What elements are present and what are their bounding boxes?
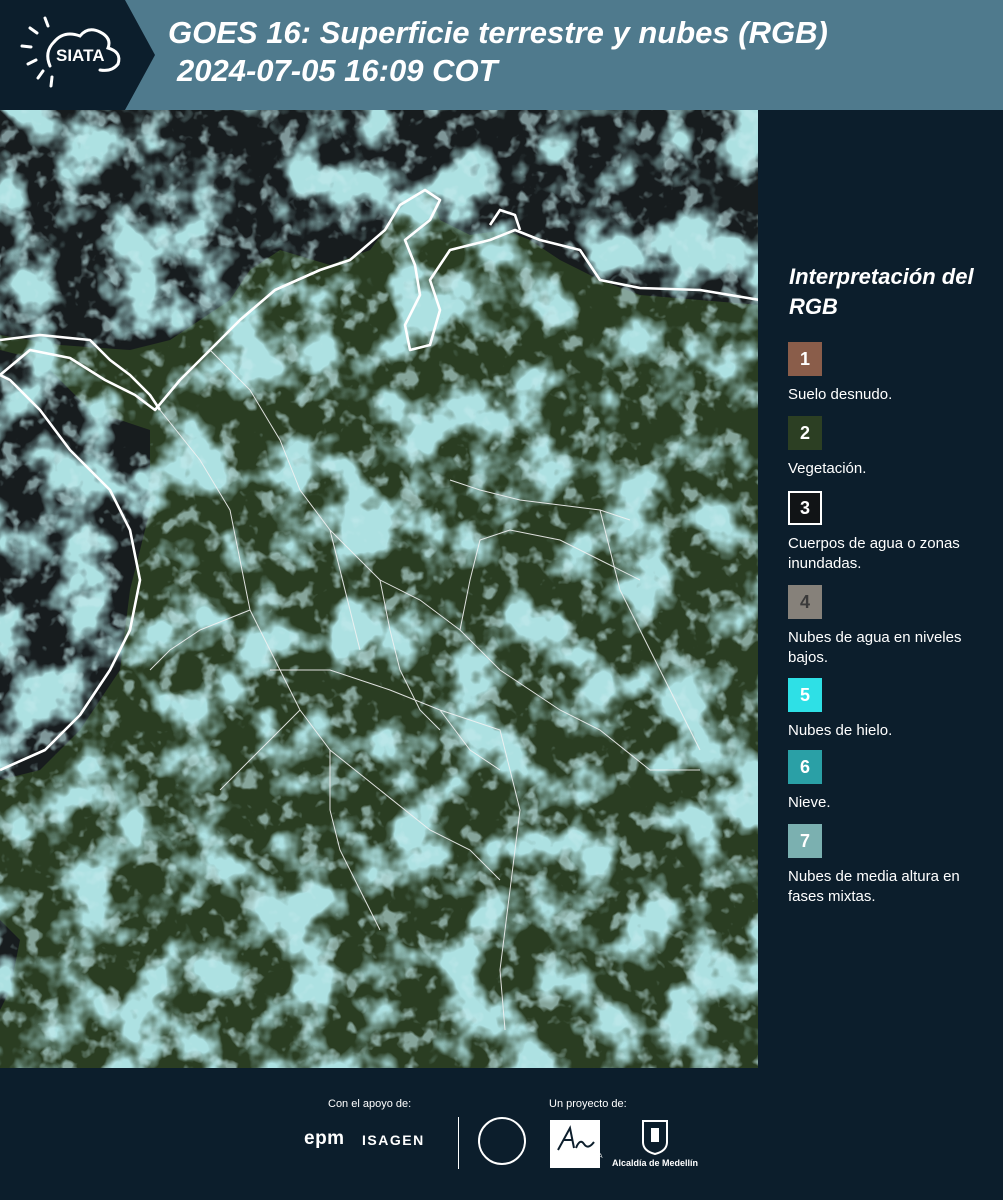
legend-label: Nieve. — [788, 794, 831, 811]
legend-item: 7 Nubes de media altura en fases mixtas. — [788, 824, 998, 907]
divider — [458, 1117, 459, 1169]
legend-label: Vegetación. — [788, 460, 867, 477]
legend-swatch: 4 — [788, 585, 822, 619]
medellin-seal-icon — [478, 1117, 526, 1165]
satellite-map — [0, 110, 760, 1070]
legend-label: Nubes de hielo. — [788, 722, 893, 739]
legend-item: 2 Vegetación. — [788, 416, 998, 479]
legend-item: 1 Suelo desnudo. — [788, 342, 998, 405]
page-title: GOES 16: Superficie terrestre y nubes (R… — [168, 14, 828, 90]
legend-item: 4 Nubes de agua en niveles bajos. — [788, 585, 998, 668]
legend-item: 6 Nieve. — [788, 750, 998, 813]
legend-item: 5 Nubes de hielo. — [788, 678, 998, 741]
legend-item: 3 Cuerpos de agua o zonas inundadas. — [788, 491, 998, 574]
legend-label: Cuerpos de agua o zonas inundadas. — [788, 535, 960, 572]
header: SIATA GOES 16: Superficie terrestre y nu… — [0, 0, 1003, 110]
legend-label: Nubes de media altura en fases mixtas. — [788, 868, 960, 905]
legend-label: Nubes de agua en niveles bajos. — [788, 629, 962, 666]
legend-swatch: 2 — [788, 416, 822, 450]
alcaldia-shield-icon — [642, 1120, 668, 1156]
project-label: Un proyecto de: — [549, 1098, 627, 1110]
title-line-1: GOES 16: Superficie terrestre y nubes (R… — [168, 15, 828, 50]
legend-panel: Interpretación del RGB 1 Suelo desnudo. 2 V… — [762, 110, 1003, 1070]
legend-swatch: 5 — [788, 678, 822, 712]
footer: Con el apoyo de: Un proyecto de: epm ISA… — [0, 1070, 1003, 1200]
alcaldia-text: Alcaldía de Medellín — [612, 1158, 699, 1168]
siata-logo: SIATA — [0, 0, 155, 110]
epm-logo: epm — [304, 1128, 345, 1149]
title-line-2: 2024-07-05 16:09 COT — [177, 53, 498, 88]
logo-text: SIATA — [56, 46, 104, 65]
isagen-logo: ISAGEN — [362, 1132, 425, 1148]
area-metropolitana-text: METROPOLITANA Valle de Aburrá — [551, 1154, 603, 1166]
legend-swatch: 1 — [788, 342, 822, 376]
legend-label: Suelo desnudo. — [788, 386, 893, 403]
legend-title: Interpretación del RGB — [789, 264, 974, 319]
support-label: Con el apoyo de: — [328, 1098, 412, 1110]
legend-swatch: 3 — [788, 491, 822, 525]
legend-swatch: 7 — [788, 824, 822, 858]
legend-swatch: 6 — [788, 750, 822, 784]
